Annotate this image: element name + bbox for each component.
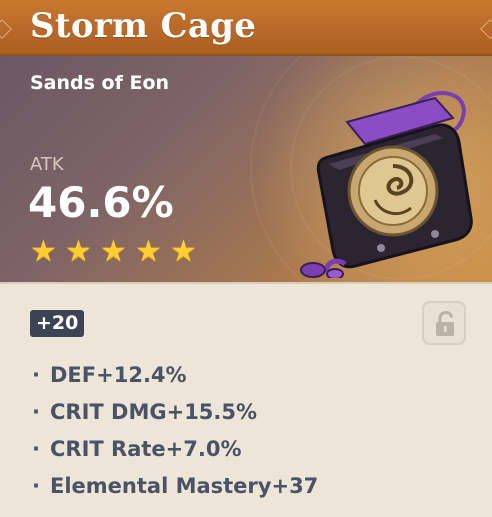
substat-item: · CRIT Rate+7.0% <box>32 435 318 472</box>
star-icon: ★ <box>170 234 197 269</box>
substat-item: · DEF+12.4% <box>32 361 318 398</box>
artifact-header: Sands of Eon ATK 46.6% ★ ★ ★ ★ ★ <box>0 56 492 282</box>
star-icon: ★ <box>30 234 57 269</box>
level-badge: +20 <box>30 310 85 337</box>
substat-text: Elemental Mastery+37 <box>50 474 319 498</box>
substat-list: · DEF+12.4% · CRIT DMG+15.5% · CRIT Rate+7.… <box>32 361 318 509</box>
substat-item: · CRIT DMG+15.5% <box>32 398 318 435</box>
substat-text: DEF+12.4% <box>50 363 187 387</box>
star-icon: ★ <box>100 234 127 269</box>
lock-toggle-button[interactable] <box>422 301 466 345</box>
artifact-name: Storm Cage <box>30 6 257 46</box>
main-stat-value: 46.6% <box>28 178 174 227</box>
title-ornament-right <box>480 19 492 39</box>
artifact-card: Storm Cage Sands of Eon ATK 46.6% ★ ★ ★ … <box>0 0 492 517</box>
artifact-type: Sands of Eon <box>30 72 170 94</box>
unlock-icon <box>436 311 454 336</box>
substat-item: · Elemental Mastery+37 <box>32 472 318 509</box>
substat-text: CRIT DMG+15.5% <box>50 400 258 424</box>
bullet: · <box>32 474 40 498</box>
star-icon: ★ <box>65 234 92 269</box>
bullet: · <box>32 437 40 461</box>
main-stat-name: ATK <box>30 154 64 175</box>
sands-artifact-image <box>300 91 473 278</box>
title-ornament-left <box>0 19 12 39</box>
header-divider <box>0 282 492 284</box>
substat-text: CRIT Rate+7.0% <box>50 437 242 461</box>
bullet: · <box>32 363 40 387</box>
star-icon: ★ <box>135 234 162 269</box>
bullet: · <box>32 400 40 424</box>
rarity-stars: ★ ★ ★ ★ ★ <box>28 237 199 267</box>
title-bar: Storm Cage <box>0 0 492 56</box>
